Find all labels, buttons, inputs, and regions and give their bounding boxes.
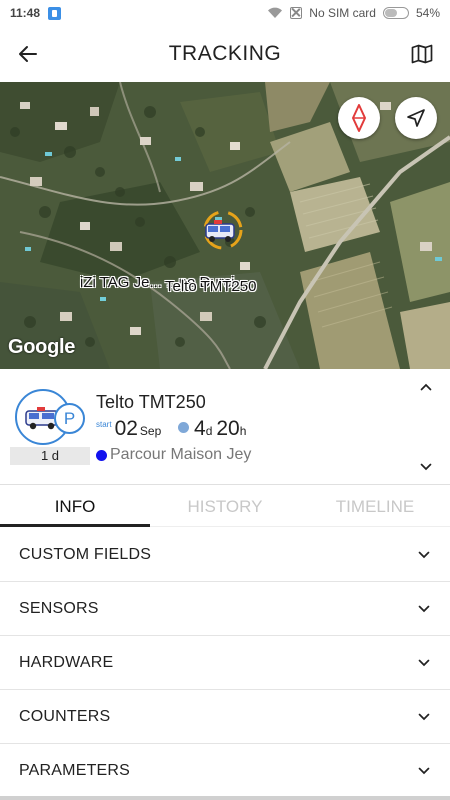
status-battery: 54% xyxy=(415,6,440,20)
section-list: CUSTOM FIELDS SENSORS HARDWARE COUNTERS … xyxy=(0,528,450,798)
duration-badge: 1 d xyxy=(10,447,90,465)
compass-icon xyxy=(352,104,366,132)
section-sensors[interactable]: SENSORS xyxy=(0,582,450,636)
status-carrier: No SIM card xyxy=(309,6,376,20)
compass-button[interactable] xyxy=(338,97,380,139)
start-caption: start xyxy=(96,420,112,429)
tab-history[interactable]: HISTORY xyxy=(150,486,300,526)
collapse-button[interactable] xyxy=(414,377,438,397)
tab-timeline[interactable]: TIMELINE xyxy=(300,486,450,526)
section-counters[interactable]: COUNTERS xyxy=(0,690,450,744)
section-label: PARAMETERS xyxy=(19,761,131,779)
chevron-down-icon xyxy=(417,548,431,562)
locate-button[interactable] xyxy=(395,97,437,139)
wifi-icon xyxy=(268,7,283,19)
elapsed-hours: 20 xyxy=(216,417,240,440)
section-label: HARDWARE xyxy=(19,653,114,671)
section-hardware[interactable]: HARDWARE xyxy=(0,636,450,690)
no-sim-icon xyxy=(290,7,303,19)
chevron-down-icon xyxy=(417,764,431,778)
map-view[interactable]: iZi TAG Je... ...ne Durci Telto TMT250 G… xyxy=(0,82,450,369)
chevron-up-icon xyxy=(420,383,432,391)
tab-info[interactable]: INFO xyxy=(0,486,150,527)
vehicle-marker[interactable] xyxy=(200,210,246,250)
map-label-device: Telto TMT250 xyxy=(165,278,257,295)
status-bar: 11:48 No SIM card 54% xyxy=(0,0,450,26)
page-title: TRACKING xyxy=(168,42,282,65)
section-label: COUNTERS xyxy=(19,707,111,725)
elapsed-time: 4 d 20 h xyxy=(178,417,250,441)
chevron-down-icon xyxy=(417,710,431,724)
section-label: SENSORS xyxy=(19,599,99,617)
arrow-left-icon xyxy=(19,46,37,62)
status-time: 11:48 xyxy=(10,6,41,20)
start-date: start 02 Sep xyxy=(96,417,161,441)
chevron-down-icon xyxy=(420,463,432,471)
elapsed-days: 4 xyxy=(194,417,206,440)
device-name: Telto TMT250 xyxy=(96,392,206,412)
tab-bar: INFO HISTORY TIMELINE xyxy=(0,486,450,527)
chevron-down-icon xyxy=(417,602,431,616)
section-custom-fields[interactable]: CUSTOM FIELDS xyxy=(0,528,450,582)
start-month: Sep xyxy=(139,424,162,438)
navigation-arrow-icon xyxy=(407,109,425,127)
elapsed-days-unit: d xyxy=(205,424,213,438)
bottom-edge xyxy=(0,796,450,800)
back-button[interactable] xyxy=(8,34,48,74)
device-card: P 1 d Telto TMT250 start 02 Sep 4 d 20 h… xyxy=(0,369,450,485)
start-day: 02 xyxy=(114,417,138,440)
parking-icon: P xyxy=(54,403,85,434)
battery-level xyxy=(384,9,397,17)
map-icon xyxy=(411,44,433,64)
app-header: TRACKING xyxy=(0,26,450,82)
battery-icon xyxy=(382,7,409,19)
route-name: Parcour Maison Jey xyxy=(110,446,252,463)
google-attribution: Google xyxy=(8,336,76,358)
section-parameters[interactable]: PARAMETERS xyxy=(0,744,450,798)
map-button[interactable] xyxy=(402,34,442,74)
route-info: Parcour Maison Jey xyxy=(96,446,251,464)
clock-icon xyxy=(178,422,189,433)
app-notification-icon xyxy=(48,6,62,20)
vehicle-icon xyxy=(203,210,243,250)
status-left: 11:48 xyxy=(10,6,62,20)
section-label: CUSTOM FIELDS xyxy=(19,545,152,563)
route-color-dot xyxy=(96,449,107,461)
chevron-down-icon xyxy=(417,656,431,670)
elapsed-hours-unit: h xyxy=(239,424,247,438)
expand-button[interactable] xyxy=(414,457,438,477)
status-right: No SIM card 54% xyxy=(267,6,440,20)
